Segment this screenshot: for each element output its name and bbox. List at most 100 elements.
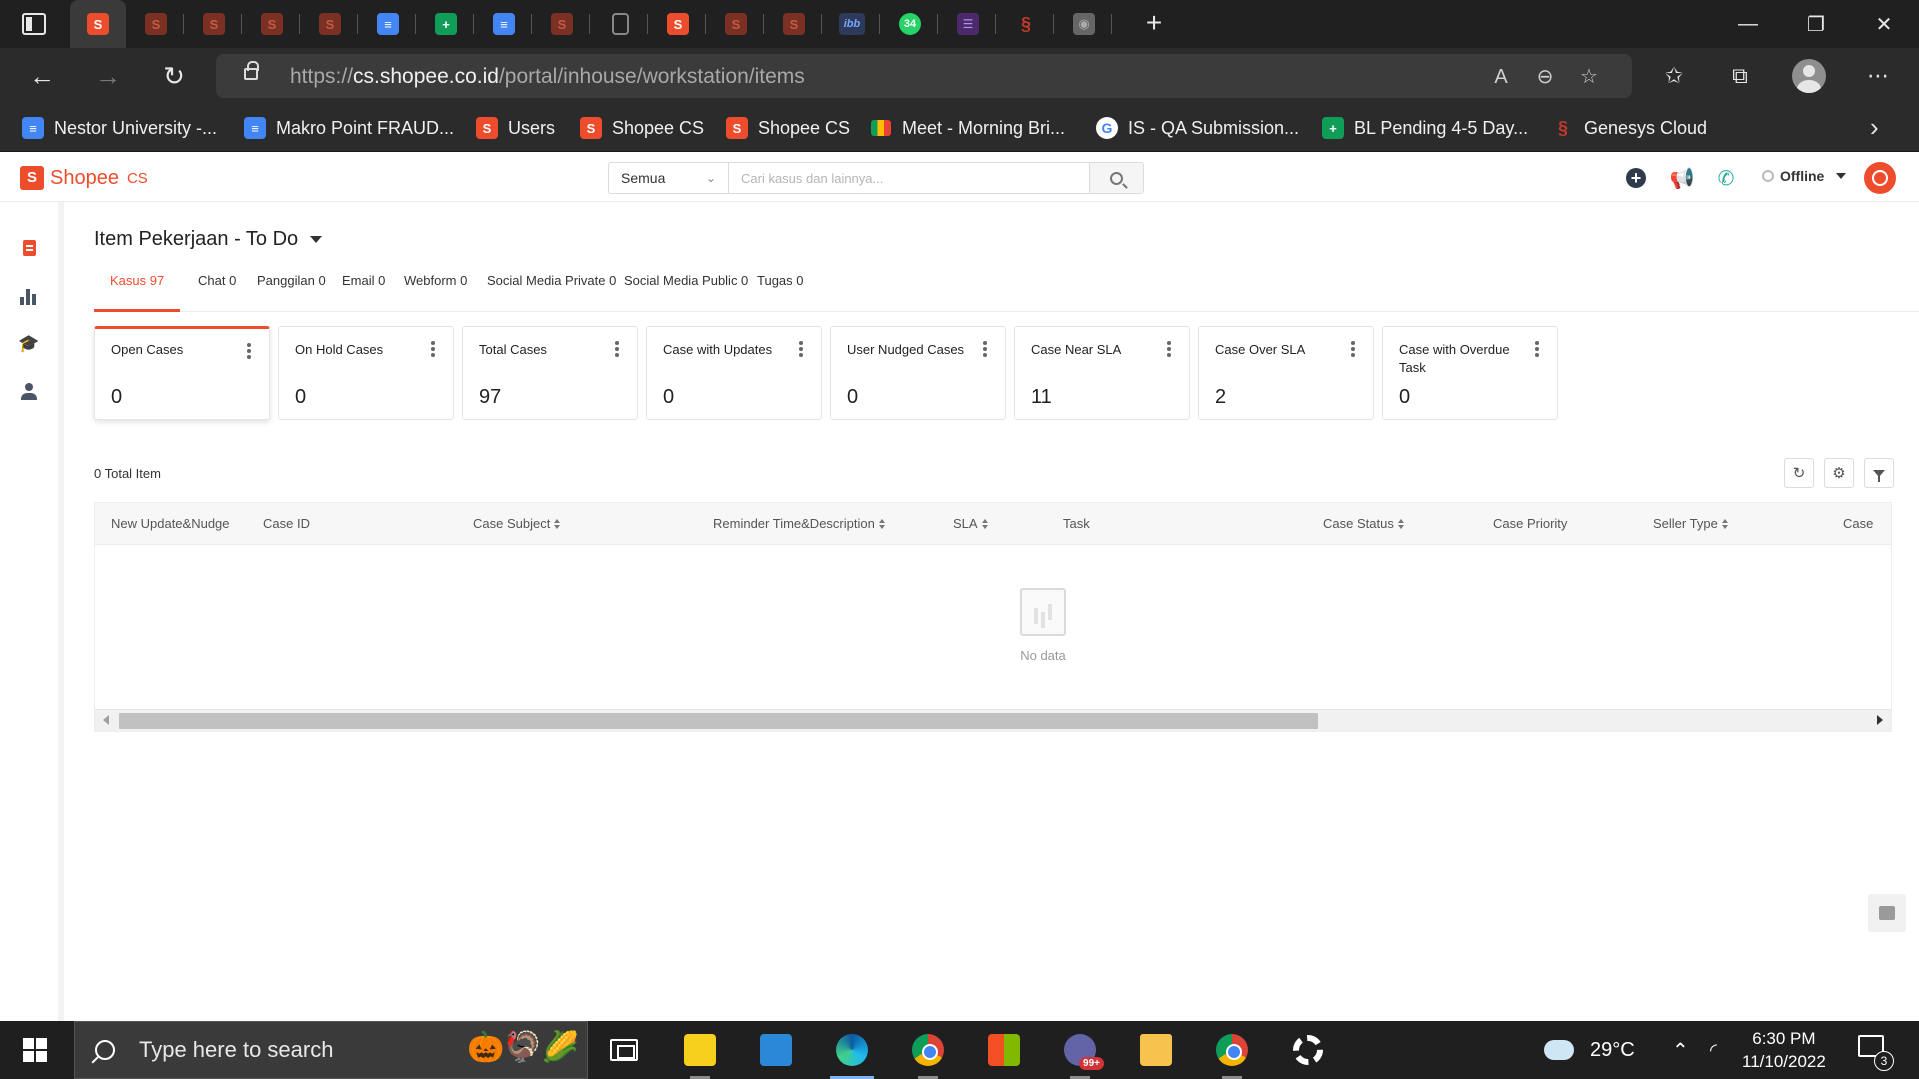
more-vertical-icon[interactable]: [615, 341, 619, 357]
more-vertical-icon[interactable]: [1167, 341, 1171, 357]
close-window-button[interactable]: ✕: [1850, 0, 1918, 48]
column-header-case[interactable]: Case: [1843, 503, 1873, 545]
bookmark[interactable]: S Shopee CS: [726, 112, 850, 144]
card-case-with-updates[interactable]: Case with Updates 0: [646, 326, 822, 420]
page-title-dropdown[interactable]: Item Pekerjaan - To Do: [94, 228, 323, 251]
floating-chat-button[interactable]: [1868, 894, 1906, 932]
horizontal-scrollbar[interactable]: [95, 709, 1891, 731]
sidebar-item-learning[interactable]: 🎓: [0, 322, 58, 366]
column-settings-button[interactable]: ⚙: [1824, 458, 1854, 488]
profile-avatar[interactable]: [1792, 59, 1826, 93]
card-user-nudged-cases[interactable]: User Nudged Cases 0: [830, 326, 1006, 420]
search-button[interactable]: [1089, 163, 1143, 193]
tab-tugas[interactable]: Tugas 0: [741, 266, 820, 312]
card-open-cases[interactable]: Open Cases 0: [94, 326, 270, 420]
sidebar-item-profile[interactable]: [0, 370, 58, 414]
scrollbar-thumb[interactable]: [119, 713, 1318, 729]
task-view-button[interactable]: [588, 1021, 660, 1079]
taskbar-settings[interactable]: [1272, 1021, 1344, 1079]
announcement-button[interactable]: 📢: [1670, 166, 1695, 190]
taskbar-mail[interactable]: [740, 1021, 812, 1079]
scroll-right-icon[interactable]: [1877, 715, 1883, 725]
browser-tab[interactable]: S: [70, 0, 126, 48]
bookmark[interactable]: § Genesys Cloud: [1552, 112, 1707, 144]
favorites-icon[interactable]: ✩: [1656, 58, 1692, 94]
more-vertical-icon[interactable]: [1351, 341, 1355, 357]
search-input[interactable]: [729, 163, 1089, 193]
browser-tab[interactable]: ≡: [360, 0, 416, 48]
search-scope-select[interactable]: Semua ⌄: [609, 163, 729, 193]
start-button[interactable]: [0, 1021, 70, 1079]
more-vertical-icon[interactable]: [1535, 341, 1539, 357]
tab-webform[interactable]: Webform 0: [388, 266, 483, 312]
taskbar-chrome-profile[interactable]: [1196, 1021, 1268, 1079]
card-total-cases[interactable]: Total Cases 97: [462, 326, 638, 420]
tab-actions-icon[interactable]: [22, 13, 46, 35]
bookmark[interactable]: S Users: [476, 112, 555, 144]
taskbar-teams[interactable]: 99+: [1044, 1021, 1116, 1079]
column-header-seller-type[interactable]: Seller Type: [1653, 503, 1728, 545]
more-vertical-icon[interactable]: [247, 343, 251, 359]
refresh-list-button[interactable]: ↻: [1784, 458, 1814, 488]
taskbar-chrome[interactable]: [892, 1021, 964, 1079]
address-bar[interactable]: https://cs.shopee.co.id/portal/inhouse/w…: [216, 54, 1632, 98]
bookmark[interactable]: Meet - Morning Bri...: [870, 112, 1065, 144]
more-vertical-icon[interactable]: [431, 341, 435, 357]
clock[interactable]: 6:30 PM 11/10/2022: [1742, 1027, 1826, 1073]
browser-tab[interactable]: [592, 0, 648, 48]
more-menu-icon[interactable]: ⋯: [1860, 58, 1896, 94]
more-vertical-icon[interactable]: [799, 341, 803, 357]
browser-tab[interactable]: +: [418, 0, 474, 48]
user-avatar[interactable]: [1864, 162, 1896, 194]
scroll-left-icon[interactable]: [103, 715, 109, 725]
browser-tab[interactable]: S: [302, 0, 358, 48]
sidebar-item-reports[interactable]: [0, 274, 58, 318]
column-header-task[interactable]: Task: [1063, 503, 1090, 545]
browser-tab[interactable]: S: [128, 0, 184, 48]
zoom-icon[interactable]: ⊖: [1532, 64, 1558, 90]
network-button[interactable]: ◜: [1710, 1021, 1717, 1079]
bookmark[interactable]: + BL Pending 4-5 Day...: [1322, 112, 1528, 144]
add-button[interactable]: +: [1624, 166, 1648, 190]
browser-tab[interactable]: S: [244, 0, 300, 48]
more-vertical-icon[interactable]: [983, 341, 987, 357]
bookmark[interactable]: S Shopee CS: [580, 112, 704, 144]
lock-icon[interactable]: [244, 61, 259, 80]
browser-tab[interactable]: S: [186, 0, 242, 48]
browser-tab[interactable]: §: [998, 0, 1054, 48]
chevron-right-icon[interactable]: ›: [1870, 112, 1879, 143]
weather-widget[interactable]: 29°C: [1544, 1021, 1635, 1079]
card-on-hold-cases[interactable]: On Hold Cases 0: [278, 326, 454, 420]
taskbar-search[interactable]: Type here to search 🎃🦃🌽: [74, 1021, 588, 1079]
call-button[interactable]: ✆: [1714, 166, 1738, 190]
browser-tab[interactable]: ☰: [940, 0, 996, 48]
card-case-over-sla[interactable]: Case Over SLA 2: [1198, 326, 1374, 420]
add-favorite-icon[interactable]: ☆: [1576, 64, 1602, 90]
bookmark[interactable]: ≡ Nestor University -...: [22, 112, 217, 144]
minimize-button[interactable]: —: [1714, 0, 1782, 48]
browser-tab[interactable]: S: [534, 0, 590, 48]
column-header-sla[interactable]: SLA: [953, 503, 988, 545]
refresh-button[interactable]: ↻: [156, 58, 192, 94]
tab-kasus[interactable]: Kasus 97: [94, 266, 181, 312]
back-button[interactable]: ←: [24, 58, 60, 94]
browser-tab[interactable]: ibb: [824, 0, 880, 48]
read-aloud-icon[interactable]: A: [1488, 64, 1514, 90]
bookmark[interactable]: G IS - QA Submission...: [1096, 112, 1299, 144]
browser-tab[interactable]: S: [650, 0, 706, 48]
taskbar-file-explorer[interactable]: [1120, 1021, 1192, 1079]
collections-icon[interactable]: ⧉: [1722, 58, 1758, 94]
column-header-case-subject[interactable]: Case Subject: [473, 503, 561, 545]
column-header-reminder[interactable]: Reminder Time&Description: [713, 503, 885, 545]
sidebar-item-workstation[interactable]: [0, 226, 58, 270]
taskbar-edge[interactable]: [816, 1021, 888, 1079]
new-tab-button[interactable]: +: [1138, 8, 1170, 40]
agent-status-dropdown[interactable]: Offline: [1762, 168, 1847, 184]
column-header-new-update[interactable]: New Update&Nudge: [111, 503, 230, 545]
show-hidden-icons-button[interactable]: ⌃: [1672, 1021, 1689, 1079]
taskbar-sticky-notes[interactable]: [664, 1021, 736, 1079]
column-header-case-status[interactable]: Case Status: [1323, 503, 1404, 545]
filter-button[interactable]: [1864, 458, 1894, 488]
browser-tab[interactable]: ≡: [476, 0, 532, 48]
forward-button[interactable]: →: [90, 58, 126, 94]
